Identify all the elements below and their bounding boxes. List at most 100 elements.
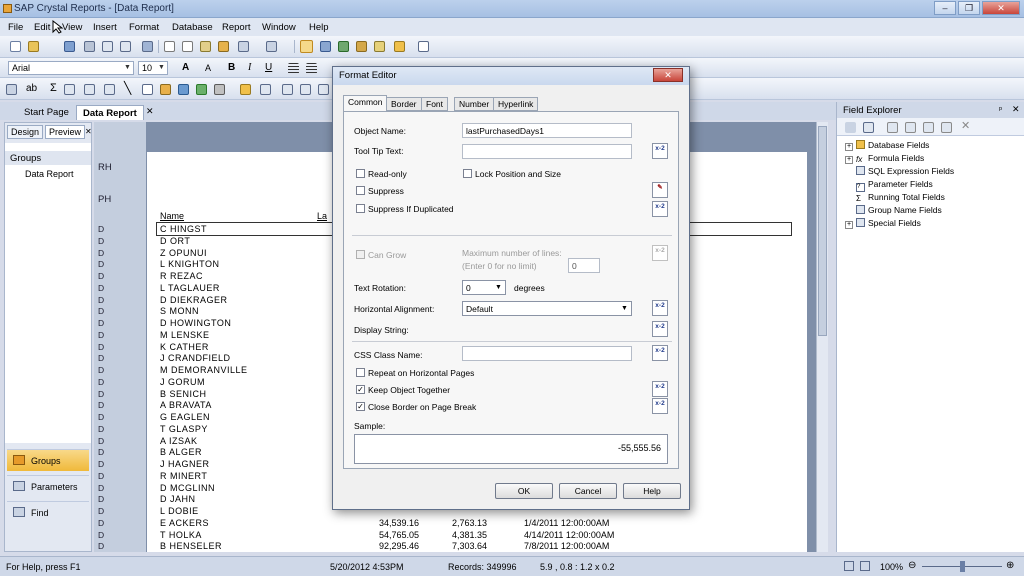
- close-border-checkbox[interactable]: ✓: [356, 402, 365, 411]
- close-preview-icon[interactable]: ✕: [85, 127, 92, 136]
- zoom-slider-thumb[interactable]: [960, 561, 965, 572]
- report-row-name[interactable]: G EAGLEN: [160, 412, 210, 422]
- alignment-formula-button[interactable]: x-2: [652, 300, 668, 316]
- report-row-name[interactable]: L TAGLAUER: [160, 283, 220, 293]
- tab-border[interactable]: Border: [386, 97, 422, 111]
- report-row-amount[interactable]: 34,539.16: [379, 518, 419, 528]
- lock-position-checkbox[interactable]: [463, 169, 472, 178]
- suppress-duplicated-checkbox[interactable]: [356, 204, 365, 213]
- tooltip-input[interactable]: [462, 144, 632, 159]
- report-row-name[interactable]: A BRAVATA: [160, 400, 212, 410]
- report-row-name[interactable]: T GLASPY: [160, 424, 208, 434]
- fit-page-icon[interactable]: [844, 561, 854, 571]
- close-button[interactable]: ✕: [982, 1, 1020, 15]
- zoom-in-icon[interactable]: ⊕: [1006, 560, 1014, 571]
- section-expert-icon[interactable]: [318, 84, 329, 95]
- report-row-name[interactable]: M LENSKE: [160, 330, 210, 340]
- report-row-name[interactable]: D ORT: [160, 236, 190, 246]
- refresh-icon[interactable]: [142, 41, 153, 52]
- tree-group-name-fields[interactable]: Group Name Fields: [856, 205, 942, 215]
- repeat-horizontal-checkbox[interactable]: [356, 368, 365, 377]
- tree-running-total-fields[interactable]: Σ Running Total Fields: [856, 192, 945, 203]
- menu-window[interactable]: Window: [262, 22, 296, 33]
- report-row-name[interactable]: D JAHN: [160, 494, 196, 504]
- report-row-name[interactable]: R REZAC: [160, 271, 203, 281]
- report-row-name[interactable]: J GORUM: [160, 377, 205, 387]
- new-field-icon[interactable]: [887, 122, 898, 133]
- suppress-dup-formula-button[interactable]: x-2: [652, 201, 668, 217]
- vertical-scrollbar[interactable]: [816, 122, 828, 552]
- help-button[interactable]: Help: [623, 483, 681, 499]
- report-row-name[interactable]: S MONN: [160, 306, 199, 316]
- report-row-date[interactable]: 1/4/2011 12:00:00AM: [524, 518, 609, 528]
- close-panel-icon[interactable]: ✕: [1012, 104, 1020, 115]
- report-row-date[interactable]: 7/8/2011 12:00:00AM: [524, 541, 609, 551]
- database-expert-icon[interactable]: [240, 84, 251, 95]
- subreport-icon[interactable]: [104, 84, 115, 95]
- dependency-icon[interactable]: [356, 41, 367, 52]
- report-row-name[interactable]: B SENICH: [160, 389, 207, 399]
- edit-field-icon[interactable]: [905, 122, 916, 133]
- display-string-formula-button[interactable]: x-2: [652, 321, 668, 337]
- select-expert-icon[interactable]: [260, 84, 271, 95]
- report-explorer-icon[interactable]: [320, 41, 331, 52]
- tab-design[interactable]: Design: [7, 125, 44, 139]
- report-row-name[interactable]: L KNIGHTON: [160, 259, 220, 269]
- menu-format[interactable]: Format: [129, 22, 159, 33]
- font-name-select[interactable]: Arial ▼: [8, 61, 134, 75]
- chart-icon[interactable]: [178, 84, 189, 95]
- preview-icon[interactable]: [102, 41, 113, 52]
- increase-font-icon[interactable]: A: [182, 62, 189, 73]
- insert-field-icon[interactable]: [6, 84, 17, 95]
- tab-common[interactable]: Common: [343, 95, 388, 112]
- tooltip-formula-button[interactable]: x-2: [652, 143, 668, 159]
- report-row-name[interactable]: D DIEKRAGER: [160, 295, 228, 305]
- format-painter-icon[interactable]: [218, 41, 229, 52]
- crosstab-icon[interactable]: [84, 84, 95, 95]
- horizontal-alignment-select[interactable]: Default ▼: [462, 301, 632, 316]
- keep-together-formula-button[interactable]: x-2: [652, 381, 668, 397]
- menu-insert[interactable]: Insert: [93, 22, 117, 33]
- delete-field-icon[interactable]: ✕: [961, 119, 970, 132]
- line-icon[interactable]: ╲: [124, 81, 131, 95]
- menu-file[interactable]: File: [8, 22, 23, 33]
- can-grow-formula-button[interactable]: x-2: [652, 245, 668, 261]
- suppress-checkbox[interactable]: [356, 186, 365, 195]
- map-icon[interactable]: [196, 84, 207, 95]
- report-row-name[interactable]: K CATHER: [160, 342, 209, 352]
- bold-icon[interactable]: B: [228, 62, 235, 73]
- nav-groups[interactable]: Groups: [7, 449, 89, 471]
- css-formula-button[interactable]: x-2: [652, 345, 668, 361]
- undo-icon[interactable]: [238, 41, 249, 52]
- report-row-date[interactable]: 4/14/2011 12:00:00AM: [524, 530, 614, 540]
- report-row-name[interactable]: T HOLKA: [160, 530, 202, 540]
- report-row-amount-2[interactable]: 7,303.64: [452, 541, 487, 551]
- rename-field-icon[interactable]: [941, 122, 952, 133]
- repository-icon[interactable]: [338, 41, 349, 52]
- tab-start-page[interactable]: Start Page: [18, 105, 75, 120]
- ole-icon[interactable]: [214, 84, 225, 95]
- report-row-amount[interactable]: 54,765.05: [379, 530, 419, 540]
- toggle-field-view-icon[interactable]: [300, 40, 313, 53]
- keep-together-checkbox[interactable]: ✓: [356, 385, 365, 394]
- align-center-icon[interactable]: [306, 63, 317, 74]
- menu-report[interactable]: Report: [222, 22, 251, 33]
- tab-number[interactable]: Number: [454, 97, 495, 111]
- italic-icon[interactable]: I: [248, 62, 251, 73]
- dialog-close-button[interactable]: ✕: [653, 68, 683, 82]
- tree-database-fields[interactable]: + Database Fields: [845, 140, 929, 151]
- new-icon[interactable]: [10, 41, 21, 52]
- insert-text-icon[interactable]: ab: [26, 83, 37, 94]
- group-icon[interactable]: [64, 84, 75, 95]
- menu-database[interactable]: Database: [172, 22, 213, 33]
- tree-parameter-fields[interactable]: ? Parameter Fields: [856, 179, 933, 192]
- tree-sql-expression-fields[interactable]: SQL Expression Fields: [856, 166, 954, 176]
- font-size-select[interactable]: 10 ▼: [138, 61, 168, 75]
- tab-hyperlink[interactable]: Hyperlink: [493, 97, 539, 111]
- report-row-amount-2[interactable]: 2,763.13: [452, 518, 487, 528]
- suppress-formula-button[interactable]: ✎: [652, 182, 668, 198]
- cut-icon[interactable]: [164, 41, 175, 52]
- report-row-name[interactable]: M DEMORANVILLE: [160, 365, 248, 375]
- tree-special-fields[interactable]: + Special Fields: [845, 218, 921, 229]
- max-lines-input[interactable]: 0: [568, 258, 600, 273]
